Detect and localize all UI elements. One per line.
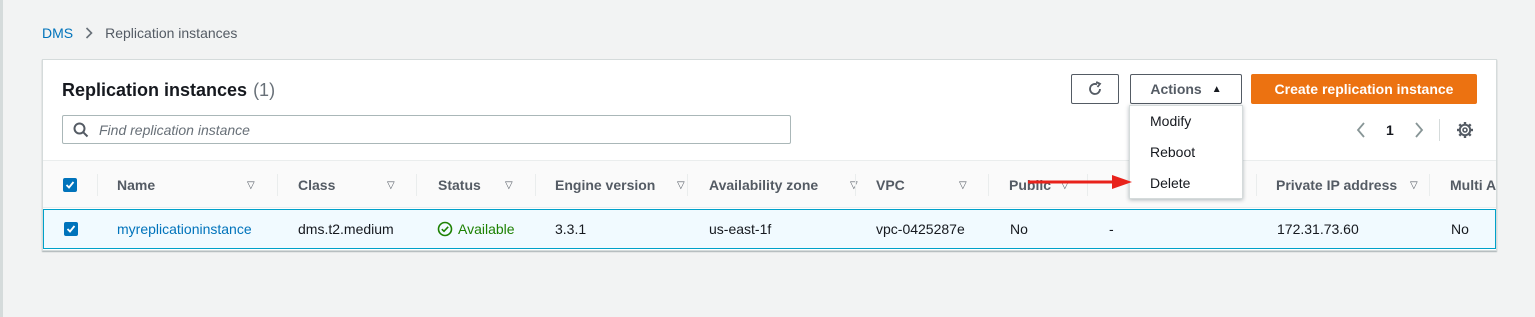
column-header-label: Private IP address	[1276, 177, 1398, 193]
chevron-right-icon	[1415, 122, 1423, 138]
column-separator	[687, 174, 688, 196]
column-separator	[988, 174, 989, 196]
status-badge: Available	[437, 210, 515, 248]
table-row[interactable]: myreplicationinstance dms.t2.medium Avai…	[43, 209, 1496, 249]
search-field[interactable]	[62, 115, 791, 144]
pagination: 1	[1353, 118, 1474, 142]
previous-page-button[interactable]	[1353, 122, 1369, 138]
status-text: Available	[458, 221, 515, 237]
pagination-divider	[1438, 119, 1440, 141]
column-header-engine-version[interactable]: Engine version ▽	[555, 161, 705, 209]
create-replication-instance-button[interactable]: Create replication instance	[1251, 74, 1477, 104]
search-input[interactable]	[99, 121, 790, 138]
public-accessible: No	[1010, 221, 1028, 237]
actions-dropdown-menu: Modify Reboot Delete	[1129, 105, 1243, 199]
item-count: (1)	[253, 80, 276, 100]
search-icon	[73, 122, 89, 138]
column-header-label: Name	[117, 177, 156, 193]
column-header-label: VPC	[876, 177, 905, 193]
sort-down-icon: ▽	[959, 180, 967, 191]
private-ip: 172.31.73.60	[1277, 221, 1359, 237]
table-header: Name ▽ Class ▽ Status ▽ Engine version ▽…	[43, 160, 1496, 208]
instance-class: dms.t2.medium	[298, 221, 394, 237]
column-separator	[277, 174, 278, 196]
actions-button[interactable]: Actions ▲	[1130, 74, 1242, 104]
instance-name-link[interactable]: myreplicationinstance	[117, 210, 252, 248]
column-header-private-ip[interactable]: Private IP address ▽	[1276, 161, 1446, 209]
replication-instances-panel: Replication instances(1) Actions ▲ Creat…	[42, 59, 1497, 251]
column-header-label: Status	[438, 177, 481, 193]
breadcrumb-dms-link[interactable]: DMS	[42, 25, 73, 41]
column-separator	[97, 174, 98, 196]
engine-version: 3.3.1	[555, 221, 587, 237]
column-header-name[interactable]: Name ▽	[117, 161, 277, 209]
gear-icon	[1456, 122, 1473, 138]
select-all-checkbox[interactable]	[63, 178, 77, 192]
page-left-border	[0, 0, 3, 317]
check-circle-icon	[437, 221, 453, 237]
sort-down-icon: ▽	[387, 180, 395, 191]
column-header-vpc[interactable]: VPC ▽	[876, 161, 986, 209]
column-separator	[535, 174, 536, 196]
column-header-label: Engine version	[555, 177, 656, 193]
column-separator	[855, 174, 856, 196]
sort-down-icon: ▽	[1410, 180, 1418, 191]
column-header-availability-zone[interactable]: Availability zone ▽	[709, 161, 879, 209]
column-separator	[1256, 174, 1257, 196]
annotation-arrow-icon	[1028, 175, 1132, 189]
sort-down-icon: ▽	[505, 180, 513, 191]
sort-down-icon: ▽	[677, 180, 685, 191]
select-all-cell	[63, 161, 77, 209]
sort-down-icon: ▽	[247, 180, 255, 191]
menu-item-reboot[interactable]: Reboot	[1150, 144, 1195, 160]
vpc-id: vpc-0425287e	[876, 221, 965, 237]
chevron-right-icon	[85, 27, 93, 39]
public-ip: -	[1109, 221, 1114, 237]
row-checkbox[interactable]	[64, 222, 78, 236]
breadcrumb-current: Replication instances	[105, 25, 238, 41]
menu-item-delete[interactable]: Delete	[1150, 175, 1190, 191]
next-page-button[interactable]	[1411, 122, 1427, 138]
actions-button-label: Actions	[1150, 81, 1202, 97]
current-page-number[interactable]: 1	[1386, 122, 1394, 138]
row-select-cell	[64, 210, 78, 248]
refresh-button[interactable]	[1071, 74, 1119, 104]
column-separator	[416, 174, 417, 196]
refresh-icon	[1087, 81, 1103, 97]
sort-down-icon: ▽	[850, 180, 858, 191]
multi-az: No	[1451, 221, 1469, 237]
panel-title-text: Replication instances	[62, 80, 248, 100]
column-header-label: Availability zone	[709, 177, 819, 193]
preferences-button[interactable]	[1456, 121, 1474, 139]
caret-up-icon: ▲	[1211, 83, 1222, 95]
column-header-multi-az[interactable]: Multi AZ	[1450, 161, 1496, 209]
column-header-label: Multi AZ	[1450, 177, 1496, 193]
chevron-left-icon	[1356, 122, 1365, 138]
menu-item-modify[interactable]: Modify	[1150, 113, 1191, 129]
column-header-class[interactable]: Class ▽	[298, 161, 416, 209]
column-header-label: Class	[298, 177, 336, 193]
column-separator	[1429, 174, 1430, 196]
column-header-status[interactable]: Status ▽	[438, 161, 536, 209]
page-title: Replication instances (1)	[62, 80, 275, 101]
breadcrumb: DMS Replication instances	[42, 25, 237, 41]
availability-zone: us-east-1f	[709, 221, 772, 237]
panel-content: Replication instances(1) Actions ▲ Creat…	[43, 60, 1496, 250]
